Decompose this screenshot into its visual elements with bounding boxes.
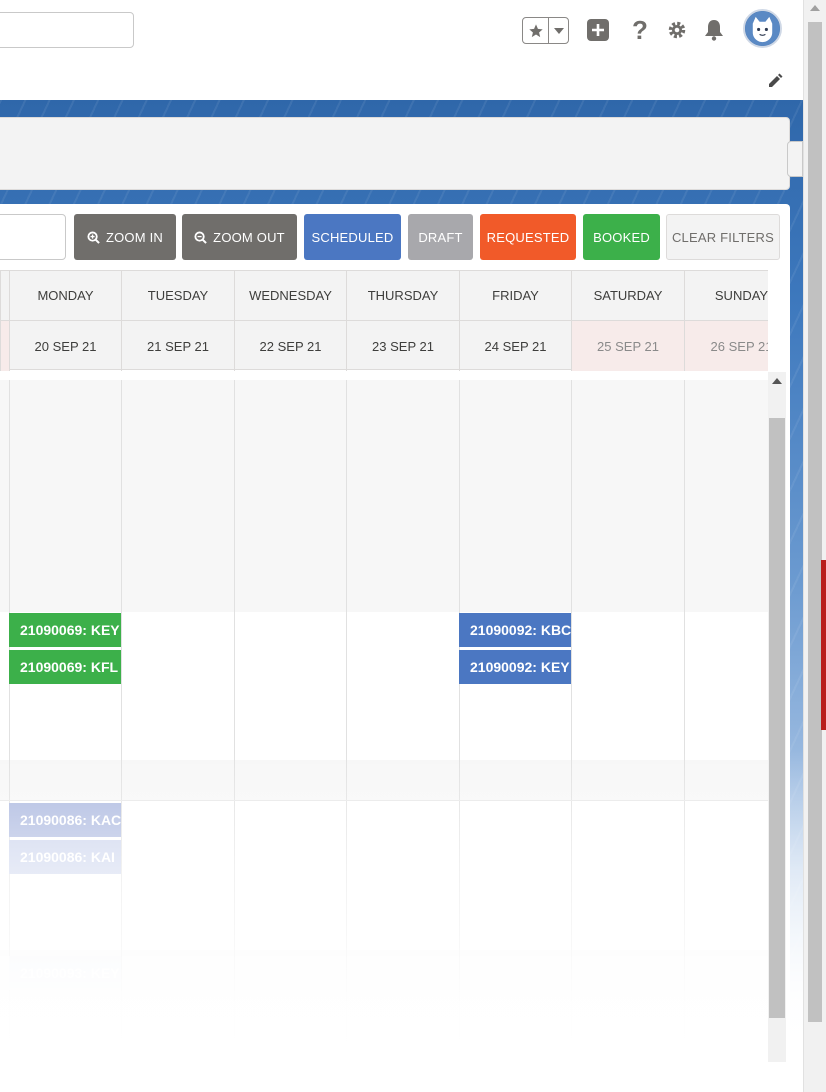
calendar-event[interactable]: 21090069: KEY: [9, 613, 121, 647]
page-scrollbar[interactable]: [803, 0, 826, 1092]
favorites-button-group[interactable]: [522, 17, 569, 44]
day-date: 22 SEP 21: [259, 338, 322, 354]
zoom-in-button[interactable]: ZOOM IN: [74, 214, 176, 260]
record-header-panel: [0, 117, 790, 190]
day-column-header-tuesday[interactable]: TUESDAY 21 SEP 21: [121, 271, 234, 371]
day-date: 20 SEP 21: [34, 338, 97, 354]
filter-input[interactable]: [0, 214, 66, 260]
user-avatar[interactable]: [743, 9, 782, 48]
sidebar-toggle[interactable]: [787, 141, 803, 177]
background-window-edge: [821, 560, 826, 730]
day-column-header-wednesday[interactable]: WEDNESDAY 22 SEP 21: [234, 271, 346, 371]
scheduled-label: SCHEDULED: [311, 229, 394, 245]
day-date: 24 SEP 21: [484, 338, 547, 354]
global-search-input[interactable]: [0, 12, 134, 48]
day-name: SATURDAY: [572, 271, 684, 321]
calendar-event[interactable]: 21090086: KAC: [9, 803, 121, 837]
clear-filters-label: CLEAR FILTERS: [671, 229, 775, 245]
requested-filter-button[interactable]: REQUESTED: [480, 214, 576, 260]
zoom-out-icon: [194, 230, 207, 244]
day-name: TUESDAY: [122, 271, 234, 321]
calendar-scrollbar[interactable]: [768, 372, 786, 1062]
day-name: THURSDAY: [347, 271, 459, 321]
day-column-header-friday[interactable]: FRIDAY 24 SEP 21: [459, 271, 571, 371]
zoom-in-label: ZOOM IN: [105, 229, 163, 245]
gear-icon[interactable]: [665, 18, 689, 42]
day-column-header-partial: [0, 271, 9, 371]
booked-filter-button[interactable]: BOOKED: [583, 214, 660, 260]
calendar-event[interactable]: 21090092: KEY: [459, 650, 571, 684]
bell-icon[interactable]: [702, 18, 726, 42]
requested-label: REQUESTED: [486, 229, 570, 245]
help-glyph: ?: [632, 14, 648, 45]
zoom-out-button[interactable]: ZOOM OUT: [182, 214, 297, 260]
day-name: FRIDAY: [460, 271, 571, 321]
day-name: WEDNESDAY: [235, 271, 346, 321]
day-date: 21 SEP 21: [147, 338, 209, 354]
calendar-event[interactable]: 21090093: KEY: [9, 956, 121, 990]
plus-square-icon[interactable]: [585, 17, 611, 43]
pencil-icon[interactable]: [766, 72, 784, 90]
scroll-up-icon[interactable]: [810, 5, 820, 11]
zoom-out-label: ZOOM OUT: [213, 229, 285, 245]
calendar-event[interactable]: 21090086: KAI: [9, 840, 121, 874]
draft-filter-button[interactable]: DRAFT: [408, 214, 473, 260]
zoom-in-icon: [87, 230, 100, 244]
day-column-header-sunday[interactable]: SUNDAY 26 SEP 21: [684, 271, 768, 371]
question-icon[interactable]: ?: [628, 14, 652, 45]
day-column-header-monday[interactable]: MONDAY 20 SEP 21: [9, 271, 121, 371]
clear-filters-button[interactable]: CLEAR FILTERS: [666, 214, 780, 260]
day-column-header-saturday[interactable]: SATURDAY 25 SEP 21: [571, 271, 684, 371]
page-scrollbar-thumb[interactable]: [808, 22, 822, 1022]
scroll-up-icon[interactable]: [772, 378, 782, 384]
calendar-event[interactable]: 21090092: KBC: [459, 613, 571, 647]
day-column-header-thursday[interactable]: THURSDAY 23 SEP 21: [346, 271, 459, 371]
draft-label: DRAFT: [418, 229, 463, 245]
day-date: 26 SEP 21: [685, 321, 768, 371]
day-name: MONDAY: [10, 271, 121, 321]
day-date: 25 SEP 21: [572, 321, 684, 371]
day-date: 23 SEP 21: [372, 338, 434, 354]
calendar-scrollbar-thumb[interactable]: [769, 418, 785, 1018]
calendar-event[interactable]: 21090069: KFL: [9, 650, 121, 684]
app-root: ? ZOOM IN ZOOM OUT SCHEDULED DRAFT REQUE…: [0, 0, 826, 1092]
calendar-header: MONDAY 20 SEP 21 TUESDAY 21 SEP 21 WEDNE…: [0, 270, 768, 371]
scheduled-filter-button[interactable]: SCHEDULED: [304, 214, 401, 260]
star-icon[interactable]: [523, 18, 549, 43]
booked-label: BOOKED: [593, 229, 650, 245]
chevron-down-icon[interactable]: [549, 18, 568, 43]
day-name: SUNDAY: [685, 271, 768, 321]
